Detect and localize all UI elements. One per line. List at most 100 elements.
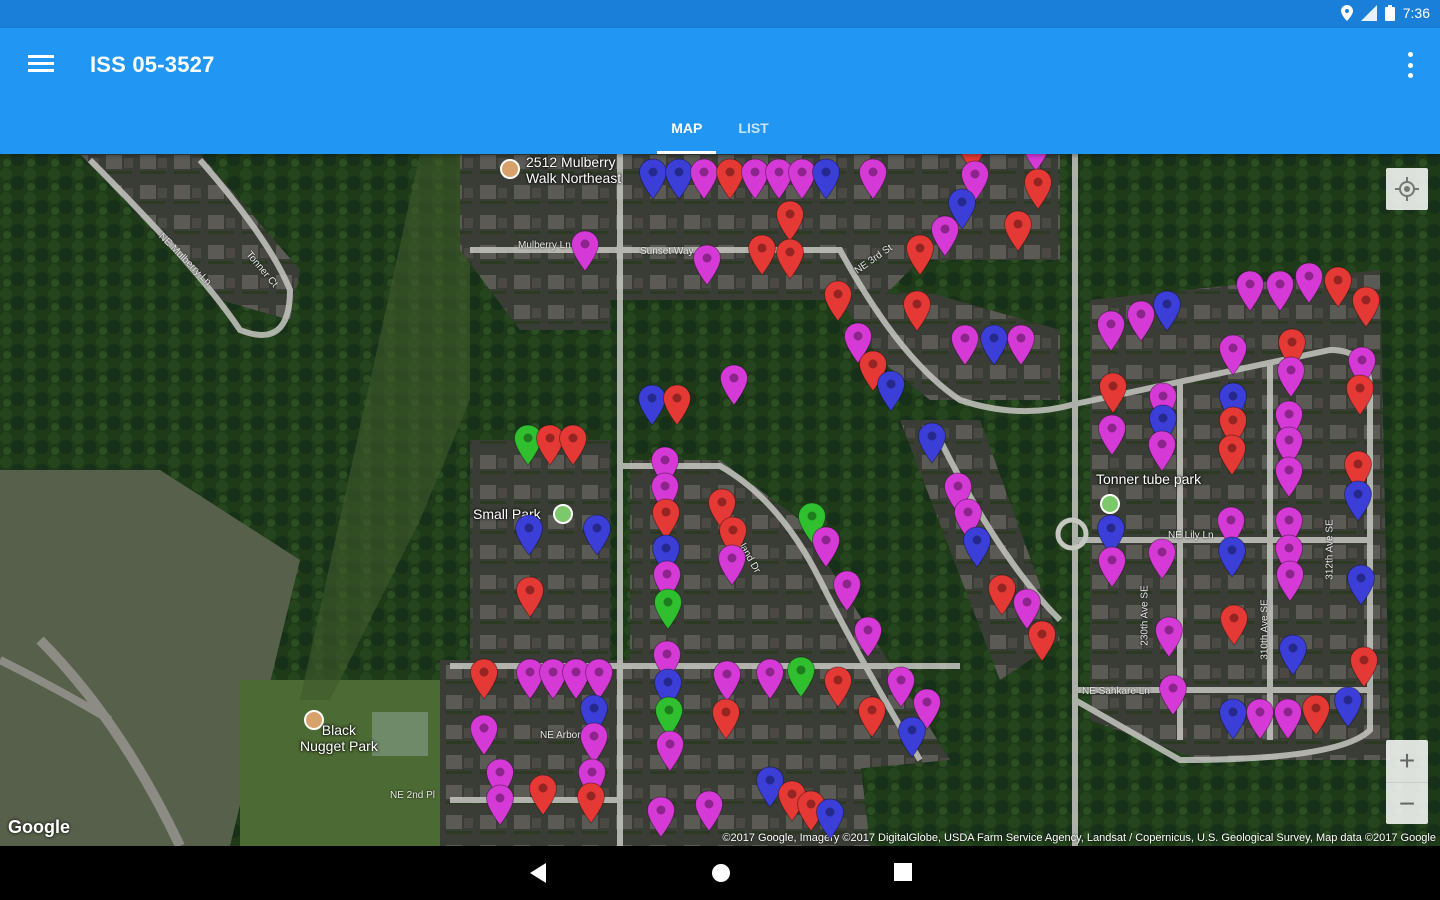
map-marker-blue[interactable]: [815, 798, 845, 840]
map-marker-magenta[interactable]: [719, 364, 749, 406]
map-marker-blue[interactable]: [979, 324, 1009, 366]
map-marker-blue[interactable]: [582, 514, 612, 556]
marker-icon: [582, 514, 612, 556]
map-marker-blue[interactable]: [962, 526, 992, 568]
map-marker-blue[interactable]: [876, 370, 906, 412]
map-marker-magenta[interactable]: [1265, 270, 1295, 312]
map-marker-magenta[interactable]: [692, 244, 722, 286]
map-marker-red[interactable]: [1023, 168, 1053, 210]
map-marker-magenta[interactable]: [694, 790, 724, 832]
map-marker-blue[interactable]: [1343, 480, 1373, 522]
map-marker-blue[interactable]: [917, 422, 947, 464]
map-marker-blue[interactable]: [811, 158, 841, 200]
map-marker-magenta[interactable]: [1097, 414, 1127, 456]
map-marker-blue[interactable]: [897, 716, 927, 758]
park-icon: [1100, 494, 1120, 514]
map-marker-magenta[interactable]: [1294, 262, 1324, 304]
map-marker-red[interactable]: [1301, 694, 1331, 736]
map-marker-red[interactable]: [1219, 604, 1249, 646]
map-marker-magenta[interactable]: [832, 570, 862, 612]
map-marker-magenta[interactable]: [853, 616, 883, 658]
map-marker-magenta[interactable]: [1275, 560, 1305, 602]
map-marker-green[interactable]: [653, 588, 683, 630]
map-marker-magenta[interactable]: [1273, 698, 1303, 740]
map-marker-blue[interactable]: [1333, 686, 1363, 728]
tab-list[interactable]: LIST: [724, 112, 782, 154]
marker-icon: [1027, 620, 1057, 662]
map-marker-red[interactable]: [747, 234, 777, 276]
map-marker-blue[interactable]: [514, 514, 544, 556]
map-marker-blue[interactable]: [1152, 290, 1182, 332]
map-marker-blue[interactable]: [1218, 698, 1248, 740]
map-marker-magenta[interactable]: [811, 526, 841, 568]
map-marker-red[interactable]: [902, 290, 932, 332]
map-marker-magenta[interactable]: [1154, 616, 1184, 658]
marker-icon: [514, 514, 544, 556]
map-marker-green[interactable]: [786, 656, 816, 698]
marker-icon: [1154, 616, 1184, 658]
map-marker-red[interactable]: [662, 384, 692, 426]
map-view[interactable]: 2512 Mulberry Walk Northeast Small Park …: [0, 154, 1440, 846]
map-marker-magenta[interactable]: [485, 784, 515, 826]
map-marker-red[interactable]: [775, 200, 805, 242]
map-marker-blue[interactable]: [1346, 564, 1376, 606]
map-marker-magenta[interactable]: [1235, 270, 1265, 312]
map-marker-red[interactable]: [1345, 374, 1375, 416]
map-marker-red[interactable]: [576, 782, 606, 824]
map-marker-magenta[interactable]: [1276, 356, 1306, 398]
map-marker-magenta[interactable]: [1218, 334, 1248, 376]
map-marker-red[interactable]: [857, 696, 887, 738]
map-marker-red[interactable]: [1351, 286, 1381, 328]
map-marker-red[interactable]: [823, 280, 853, 322]
map-marker-magenta[interactable]: [1245, 698, 1275, 740]
map-marker-red[interactable]: [1217, 434, 1247, 476]
menu-button[interactable]: [28, 52, 54, 76]
map-marker-red[interactable]: [1349, 646, 1379, 688]
map-marker-red[interactable]: [515, 576, 545, 618]
map-marker-magenta[interactable]: [1158, 674, 1188, 716]
map-marker-red[interactable]: [1027, 620, 1057, 662]
map-marker-magenta[interactable]: [1006, 324, 1036, 366]
zoom-in-button[interactable]: +: [1386, 740, 1428, 782]
marker-icon: [1235, 270, 1265, 312]
my-location-button[interactable]: [1386, 168, 1428, 210]
map-marker-magenta[interactable]: [755, 658, 785, 700]
map-marker-magenta[interactable]: [655, 730, 685, 772]
map-marker-red[interactable]: [528, 774, 558, 816]
marker-icon: [917, 422, 947, 464]
map-marker-magenta[interactable]: [469, 714, 499, 756]
map-marker-magenta[interactable]: [1147, 430, 1177, 472]
map-marker-blue[interactable]: [1217, 536, 1247, 578]
map-marker-blue[interactable]: [1278, 634, 1308, 676]
map-marker-magenta[interactable]: [712, 660, 742, 702]
back-icon[interactable]: [528, 862, 548, 884]
map-marker-red[interactable]: [775, 238, 805, 280]
map-marker-red[interactable]: [711, 698, 741, 740]
marker-icon: [1301, 694, 1331, 736]
map-marker-magenta[interactable]: [646, 796, 676, 838]
map-marker-magenta[interactable]: [1097, 546, 1127, 588]
map-marker-red[interactable]: [558, 424, 588, 466]
map-marker-magenta[interactable]: [570, 230, 600, 272]
map-marker-red[interactable]: [1003, 210, 1033, 252]
map-marker-red[interactable]: [1098, 372, 1128, 414]
map-marker-magenta[interactable]: [717, 544, 747, 586]
map-marker-red[interactable]: [823, 666, 853, 708]
map-marker-magenta[interactable]: [858, 158, 888, 200]
marker-icon: [811, 526, 841, 568]
tab-map[interactable]: MAP: [657, 112, 717, 154]
map-marker-magenta[interactable]: [1274, 456, 1304, 498]
map-marker-magenta[interactable]: [1096, 310, 1126, 352]
zoom-out-button[interactable]: −: [1386, 783, 1428, 824]
map-marker-red[interactable]: [905, 234, 935, 276]
zoom-controls: + −: [1386, 740, 1428, 824]
marker-icon: [485, 784, 515, 826]
place-label-black-nugget-park: Black Nugget Park: [300, 722, 378, 754]
overflow-menu-button[interactable]: [1404, 52, 1416, 78]
map-marker-red[interactable]: [1323, 266, 1353, 308]
map-marker-magenta[interactable]: [1147, 538, 1177, 580]
map-marker-magenta[interactable]: [950, 324, 980, 366]
map-marker-red[interactable]: [469, 658, 499, 700]
recent-apps-icon[interactable]: [893, 862, 913, 882]
home-icon[interactable]: [710, 862, 732, 884]
